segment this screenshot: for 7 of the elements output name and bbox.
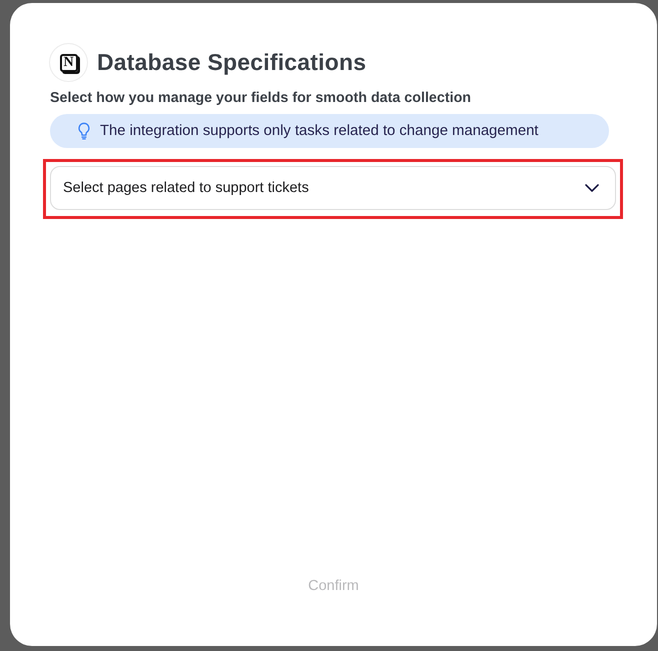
app-logo: N [50, 44, 87, 81]
page-select-dropdown[interactable]: Select pages related to support tickets [50, 166, 616, 210]
chevron-down-icon [585, 184, 599, 192]
lightbulb-icon [77, 122, 91, 140]
info-banner-text: The integration supports only tasks related to change management [100, 123, 538, 139]
dialog-subtitle: Select how you manage your fields for smooth data collection [50, 90, 472, 106]
dialog-title: Database Specifications [97, 49, 366, 76]
